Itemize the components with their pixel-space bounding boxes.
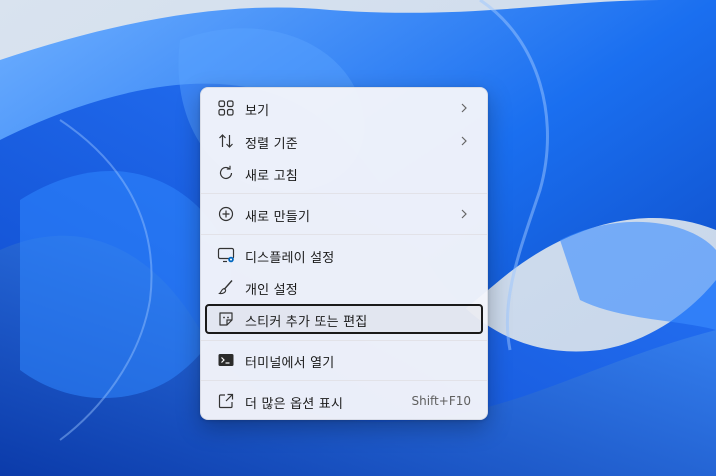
menu-item-refresh[interactable]: 새로 고침 — [205, 158, 483, 188]
menu-separator — [201, 234, 487, 235]
chevron-right-icon — [459, 100, 469, 116]
menu-item-label: 디스플레이 설정 — [245, 251, 335, 266]
menu-item-display-settings[interactable]: 디스플레이 설정 — [205, 240, 483, 270]
more-options-icon — [217, 392, 235, 410]
menu-item-label: 더 많은 옵션 표시 — [245, 397, 344, 412]
desktop-context-menu: 보기 정렬 기준 새로 고침 새로 만들기 디스플레이 설정 개인 설정 스티커… — [200, 87, 488, 420]
sort-arrows-icon — [217, 132, 235, 150]
chevron-right-icon — [459, 206, 469, 222]
display-settings-icon — [217, 246, 235, 264]
sticker-icon — [217, 310, 235, 328]
menu-separator — [201, 193, 487, 194]
menu-separator — [201, 380, 487, 381]
personalize-brush-icon — [217, 278, 235, 296]
menu-item-label: 터미널에서 열기 — [245, 356, 335, 371]
menu-item-open-terminal[interactable]: 터미널에서 열기 — [205, 345, 483, 375]
menu-item-view[interactable]: 보기 — [205, 93, 483, 123]
menu-item-label: 새로 만들기 — [245, 210, 311, 225]
menu-item-label: 새로 고침 — [245, 169, 298, 184]
refresh-icon — [217, 164, 235, 182]
menu-item-label: 스티커 추가 또는 편집 — [245, 315, 368, 330]
menu-item-label: 보기 — [245, 104, 270, 119]
menu-item-label: 정렬 기준 — [245, 137, 298, 152]
menu-item-stickers[interactable]: 스티커 추가 또는 편집 — [205, 304, 483, 334]
menu-item-sort-by[interactable]: 정렬 기준 — [205, 126, 483, 156]
menu-item-label: 개인 설정 — [245, 283, 298, 298]
chevron-right-icon — [459, 133, 469, 149]
terminal-icon — [217, 351, 235, 369]
new-plus-icon — [217, 205, 235, 223]
menu-item-new[interactable]: 새로 만들기 — [205, 199, 483, 229]
menu-item-show-more-options[interactable]: 더 많은 옵션 표시 Shift+F10 — [205, 386, 483, 416]
menu-item-personalize[interactable]: 개인 설정 — [205, 272, 483, 302]
menu-separator — [201, 340, 487, 341]
keyboard-shortcut: Shift+F10 — [411, 394, 471, 408]
view-grid-icon — [217, 99, 235, 117]
